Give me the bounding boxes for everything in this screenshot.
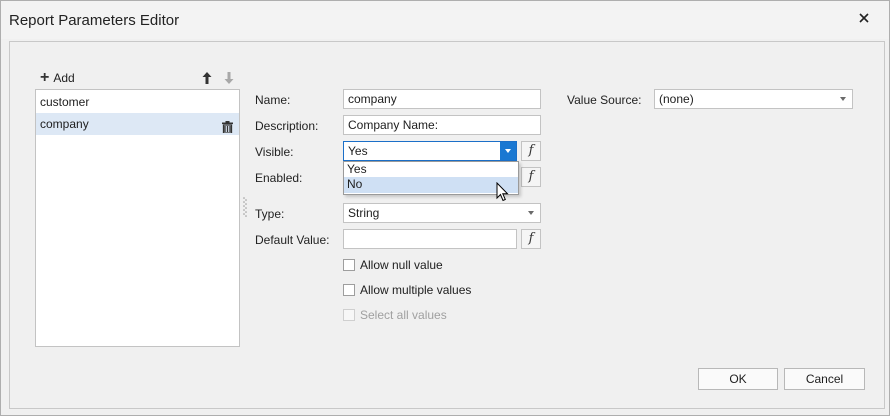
- default-value-input[interactable]: [343, 229, 517, 249]
- visible-label: Visible:: [255, 145, 294, 159]
- window-title: Report Parameters Editor: [9, 12, 180, 29]
- value-source-label: Value Source:: [567, 93, 642, 107]
- allow-multiple-checkbox[interactable]: Allow multiple values: [343, 282, 471, 298]
- plus-icon: +: [40, 69, 50, 86]
- enabled-expression-button[interactable]: f: [521, 167, 541, 187]
- move-up-icon[interactable]: [201, 71, 213, 85]
- list-item-customer[interactable]: customer: [36, 91, 239, 113]
- function-icon: f: [528, 169, 534, 184]
- allow-multiple-label: Allow multiple values: [360, 283, 472, 297]
- chevron-down-icon: [528, 211, 534, 215]
- chevron-down-icon[interactable]: [500, 142, 516, 160]
- option-label: Yes: [347, 162, 367, 176]
- default-value-label: Default Value:: [255, 233, 330, 247]
- cancel-button[interactable]: Cancel: [784, 368, 865, 390]
- visible-expression-button[interactable]: f: [521, 141, 541, 161]
- value-source-combo-value: (none): [659, 92, 694, 106]
- default-value-expression-button[interactable]: f: [521, 229, 541, 249]
- chevron-down-icon: [840, 97, 846, 101]
- ok-button[interactable]: OK: [698, 368, 778, 390]
- close-icon[interactable]: [858, 12, 870, 24]
- type-combo-value: String: [348, 206, 380, 220]
- value-source-combo[interactable]: (none): [654, 89, 853, 109]
- description-input[interactable]: Company Name:: [343, 115, 541, 135]
- name-input[interactable]: company: [343, 89, 541, 109]
- allow-null-checkbox[interactable]: Allow null value: [343, 257, 443, 273]
- select-all-checkbox: Select all values: [343, 307, 447, 323]
- option-label: No: [347, 177, 363, 191]
- move-down-icon[interactable]: [223, 71, 235, 85]
- add-button-label: Add: [53, 71, 75, 85]
- checkbox-box[interactable]: [343, 259, 355, 271]
- enabled-label: Enabled:: [255, 171, 303, 185]
- checkbox-box[interactable]: [343, 284, 355, 296]
- visible-dropdown-list[interactable]: Yes No: [343, 161, 519, 195]
- allow-null-label: Allow null value: [360, 258, 443, 272]
- dropdown-option-yes[interactable]: Yes: [344, 162, 518, 178]
- visible-combo-value: Yes: [348, 144, 368, 158]
- trash-icon[interactable]: [222, 118, 233, 134]
- add-parameter-button[interactable]: + Add: [40, 70, 75, 86]
- list-item-label: company: [40, 117, 89, 131]
- type-label: Type:: [255, 207, 285, 221]
- dropdown-option-no[interactable]: No: [344, 177, 518, 193]
- type-combo[interactable]: String: [343, 203, 541, 223]
- title-bar[interactable]: Report Parameters Editor: [1, 1, 889, 39]
- parameters-list[interactable]: customer company: [35, 89, 240, 347]
- checkbox-box: [343, 309, 355, 321]
- splitter-grip-icon[interactable]: [243, 196, 247, 218]
- name-label: Name:: [255, 93, 291, 107]
- list-item-company[interactable]: company: [36, 113, 239, 135]
- visible-combo[interactable]: Yes: [343, 141, 517, 161]
- list-item-label: customer: [40, 95, 90, 109]
- function-icon: f: [528, 231, 534, 246]
- description-label: Description:: [255, 119, 319, 133]
- mouse-pointer-icon: [496, 181, 510, 202]
- function-icon: f: [528, 143, 534, 158]
- select-all-label: Select all values: [360, 308, 447, 322]
